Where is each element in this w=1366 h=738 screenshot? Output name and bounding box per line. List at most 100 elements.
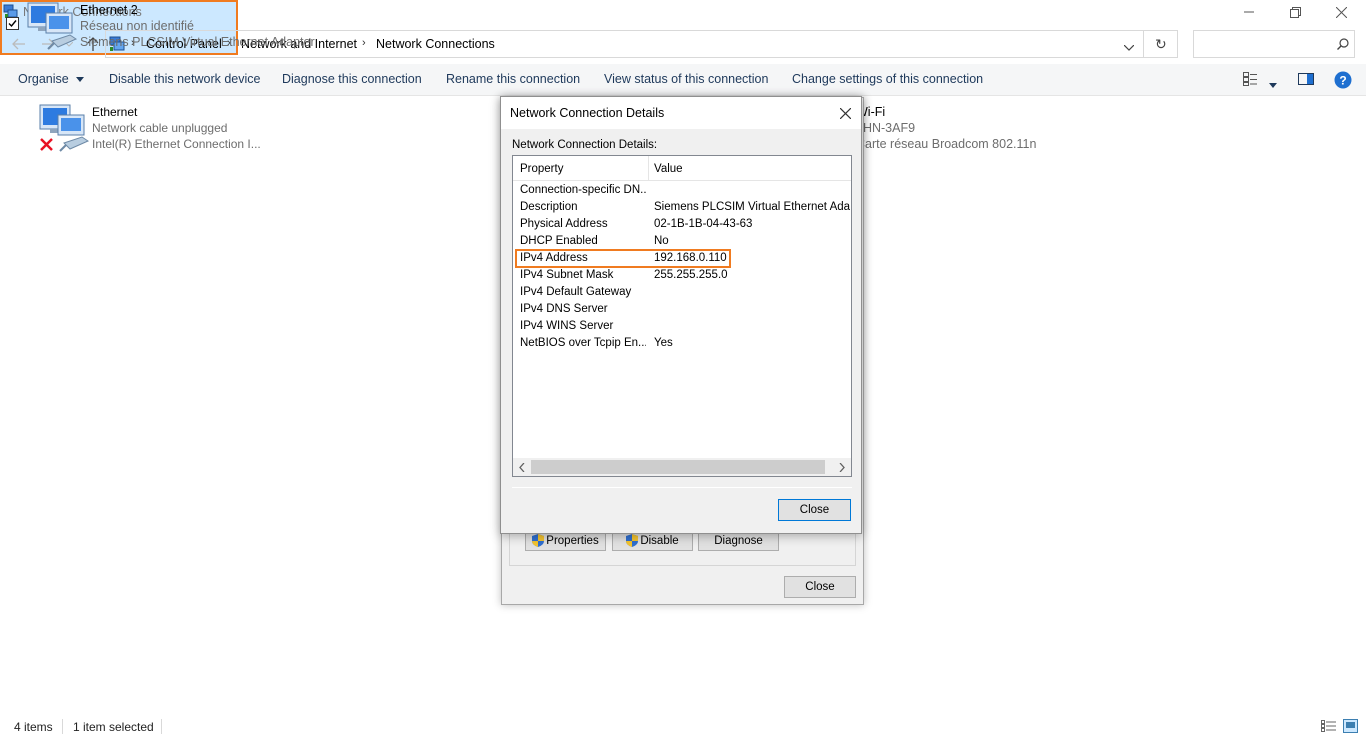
table-row[interactable]: Physical Address 02-1B-1B-04-43-63 — [513, 216, 851, 233]
chevron-down-icon — [1123, 44, 1135, 51]
search-input[interactable] — [1193, 30, 1355, 58]
connection-status: Réseau non identifié — [80, 19, 194, 33]
connection-adapter: Siemens PLCSIM Virtual Ethernet Adapter — [80, 35, 315, 49]
ipv4-highlight-box — [515, 249, 731, 268]
chevron-left-icon — [519, 462, 525, 472]
status-close-button[interactable]: Close — [784, 576, 856, 598]
tiles-view-button[interactable] — [1343, 719, 1358, 736]
row-value: 255.255.255.0 — [654, 269, 728, 281]
items-count: 4 items — [14, 720, 53, 734]
close-icon — [1335, 6, 1347, 18]
restore-button[interactable] — [1272, 0, 1318, 24]
details-dialog: Network Connection Details Network Conne… — [500, 96, 862, 534]
disable-label: Disable — [640, 534, 679, 547]
address-divider — [1143, 31, 1144, 57]
organise-label: Organise — [18, 72, 69, 86]
status-bar: 4 items 1 item selected — [0, 716, 1366, 738]
diagnose-label: Diagnose — [714, 534, 763, 547]
row-property: IPv4 Subnet Mask — [520, 269, 614, 281]
search-icon — [1337, 38, 1349, 50]
preview-pane-button[interactable] — [1298, 73, 1314, 88]
dialog-divider — [512, 487, 852, 488]
address-dropdown-button[interactable] — [1123, 40, 1135, 54]
column-divider[interactable] — [648, 156, 649, 181]
change-settings-command[interactable]: Change settings of this connection — [792, 72, 983, 86]
scrollbar-thumb[interactable] — [531, 460, 825, 474]
view-options-button[interactable] — [1243, 72, 1257, 89]
row-value: Yes — [654, 337, 673, 349]
list-header: Property Value — [513, 156, 851, 181]
details-close-label: Close — [799, 504, 830, 516]
close-button[interactable] — [1318, 0, 1364, 24]
view-dropdown-button[interactable] — [1269, 77, 1277, 91]
row-property: IPv4 Default Gateway — [520, 286, 632, 298]
refresh-button[interactable]: ↻ — [1155, 36, 1167, 53]
row-property: Description — [520, 201, 578, 213]
row-property: IPv4 DNS Server — [520, 303, 608, 315]
table-row[interactable]: IPv4 DNS Server — [513, 301, 851, 318]
title-bar: Network Connections — [0, 0, 1366, 24]
details-list[interactable]: Property Value Connection-specific DN...… — [512, 155, 852, 477]
disable-device-command[interactable]: Disable this network device — [109, 72, 260, 86]
organise-menu[interactable]: Organise — [18, 72, 85, 86]
help-button[interactable]: ? — [1334, 71, 1352, 92]
large-icons-view-icon — [1343, 719, 1358, 733]
refresh-icon: ↻ — [1155, 36, 1167, 52]
table-row[interactable]: DHCP Enabled No — [513, 233, 851, 250]
command-bar: Organise Disable this network device Dia… — [0, 64, 1366, 96]
minimize-button[interactable] — [1226, 0, 1272, 24]
scroll-right-button[interactable] — [834, 459, 850, 475]
help-icon: ? — [1334, 71, 1352, 89]
connection-status: LHN-3AF9 — [856, 121, 916, 135]
row-value: Siemens PLCSIM Virtual Ethernet Adapter — [654, 201, 850, 213]
checkmark-icon — [8, 20, 17, 28]
caret-down-icon — [76, 77, 85, 83]
selection-checkbox[interactable] — [6, 17, 19, 30]
shield-icon — [626, 534, 639, 547]
preview-pane-icon — [1298, 73, 1314, 85]
scroll-left-button[interactable] — [514, 459, 530, 475]
shield-icon — [532, 534, 545, 547]
properties-label: Properties — [546, 534, 599, 547]
rename-command[interactable]: Rename this connection — [446, 72, 580, 86]
view-details-icon — [1243, 72, 1257, 86]
table-row[interactable]: NetBIOS over Tcpip En... Yes — [513, 335, 851, 352]
arrow-left-icon — [12, 38, 25, 50]
table-row[interactable]: Connection-specific DN... — [513, 182, 851, 199]
details-dialog-title: Network Connection Details — [510, 106, 665, 120]
view-status-command[interactable]: View status of this connection — [604, 72, 768, 86]
table-row[interactable]: IPv4 WINS Server — [513, 318, 851, 335]
connection-adapter: Carte réseau Broadcom 802.11n — [856, 137, 1037, 151]
details-dialog-close-x[interactable] — [833, 101, 857, 125]
details-view-button[interactable] — [1321, 719, 1337, 736]
horizontal-scrollbar[interactable] — [513, 458, 851, 476]
connection-adapter: Intel(R) Ethernet Connection I... — [92, 137, 261, 151]
column-header-value[interactable]: Value — [654, 163, 683, 175]
details-close-button[interactable]: Close — [778, 499, 851, 521]
details-label: Network Connection Details: — [512, 139, 658, 151]
row-property: Physical Address — [520, 218, 608, 230]
table-row[interactable]: IPv4 Subnet Mask 255.255.255.0 — [513, 267, 851, 284]
details-dialog-titlebar: Network Connection Details — [501, 97, 861, 129]
status-divider — [161, 719, 162, 734]
details-view-icon — [1321, 720, 1336, 732]
network-adapter-icon — [27, 2, 78, 50]
connection-ethernet[interactable]: Ethernet Network cable unplugged Intel(R… — [34, 100, 262, 156]
connection-name: Ethernet 2 — [80, 3, 138, 17]
breadcrumb-network-connections[interactable]: Network Connections — [376, 37, 495, 51]
status-divider — [62, 719, 63, 734]
table-row[interactable]: IPv4 Default Gateway — [513, 284, 851, 301]
disconnected-x-icon — [40, 138, 53, 151]
breadcrumb-separator-icon: › — [362, 37, 366, 49]
selected-count: 1 item selected — [73, 720, 154, 734]
column-header-property[interactable]: Property — [520, 163, 563, 175]
row-value: 02-1B-1B-04-43-63 — [654, 218, 753, 230]
table-row[interactable]: Description Siemens PLCSIM Virtual Ethern… — [513, 199, 851, 216]
diagnose-command[interactable]: Diagnose this connection — [282, 72, 422, 86]
row-property: Connection-specific DN... — [520, 184, 646, 196]
chevron-right-icon — [839, 462, 845, 472]
minimize-icon — [1244, 11, 1254, 13]
close-icon — [839, 107, 851, 119]
caret-down-icon — [1269, 83, 1277, 88]
row-property: IPv4 WINS Server — [520, 320, 614, 332]
